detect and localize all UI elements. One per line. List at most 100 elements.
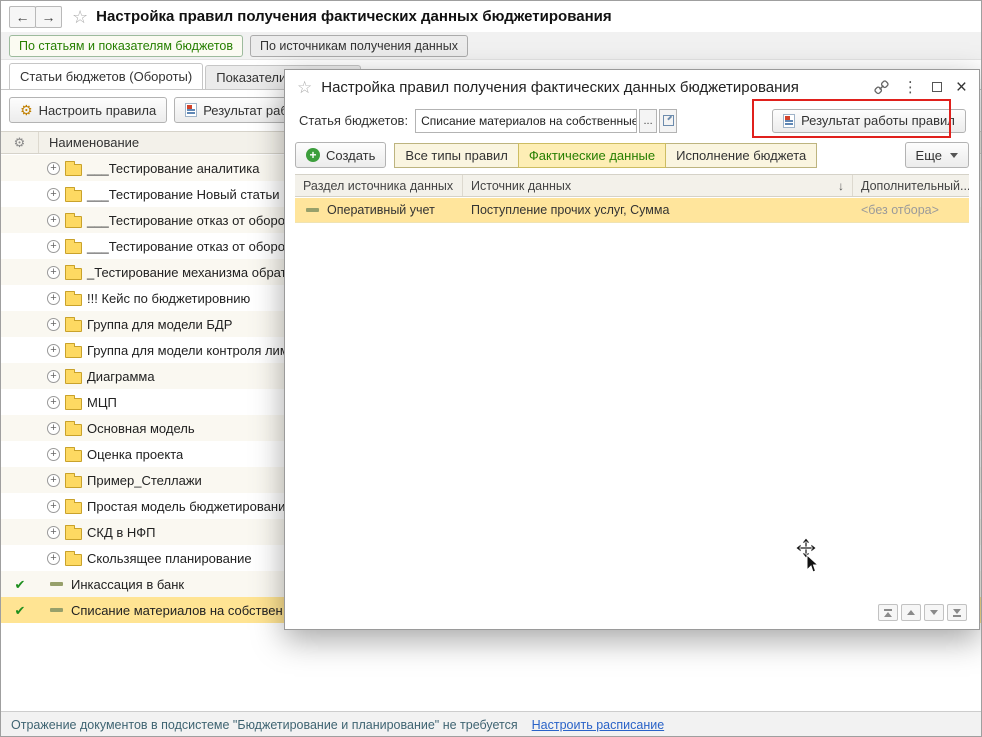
expand-icon[interactable]: + — [47, 551, 60, 565]
dialog-window-controls: ⋮ × — [874, 78, 967, 97]
budget-item-input[interactable]: Списание материалов на собственные нужды — [415, 108, 638, 133]
tree-row-label: Группа для модели контроля лимит — [87, 342, 302, 358]
gear-icon: ⚙ — [20, 102, 33, 118]
tree-row-content: + Пример_Стеллажи — [39, 472, 202, 488]
favorite-star-icon[interactable]: ☆ — [297, 79, 312, 96]
tree-row-label: Списание материалов на собствен — [71, 602, 283, 618]
expand-icon[interactable]: + — [47, 161, 60, 175]
tree-row-content: + Основная модель — [39, 420, 195, 436]
budget-item-value: Списание материалов на собственные нужды — [421, 113, 638, 128]
create-label: Создать — [326, 147, 376, 163]
view-tab-by-items[interactable]: По статьям и показателям бюджетов — [9, 34, 244, 57]
move-up-button[interactable] — [901, 604, 921, 621]
dialog-title: Настройка правил получения фактических д… — [321, 78, 799, 96]
configure-rules-label: Настроить правила — [38, 102, 157, 118]
window-title-bar: ← → ☆ Настройка правил получения фактиче… — [1, 1, 981, 32]
dialog-toolbar: + Создать Все типы правил Фактические да… — [295, 142, 969, 168]
expand-icon[interactable]: + — [47, 239, 60, 253]
maximize-icon[interactable] — [931, 82, 942, 92]
item-icon — [50, 608, 63, 612]
tree-row-content: + Скользящее планирование — [39, 550, 252, 566]
tree-row-content: + СКД в НФП — [39, 524, 156, 540]
open-button[interactable] — [659, 108, 678, 133]
configure-schedule-link[interactable]: Настроить расписание — [532, 718, 665, 732]
expand-icon[interactable]: + — [47, 213, 60, 227]
create-button[interactable]: + Создать — [295, 142, 387, 168]
tree-row-label: Диаграмма — [87, 368, 155, 384]
expand-icon[interactable]: + — [47, 395, 60, 409]
folder-icon — [65, 446, 82, 462]
tree-row-content: + Группа для модели контроля лимит — [39, 342, 302, 358]
more-menu-icon[interactable]: ⋮ — [903, 80, 918, 95]
favorite-star-icon[interactable]: ☆ — [72, 8, 88, 26]
expand-icon[interactable]: + — [47, 265, 60, 279]
tab-budget-items[interactable]: Статьи бюджетов (Обороты) — [9, 63, 204, 89]
folder-icon — [65, 238, 82, 254]
item-icon — [306, 208, 319, 212]
get-link-icon[interactable] — [874, 79, 889, 95]
column-data-source[interactable]: Источник данных ↓ — [463, 175, 853, 196]
up-icon — [907, 610, 915, 615]
folder-icon — [65, 524, 82, 540]
cell-additional: <без отбора> — [861, 203, 939, 217]
tree-row-label: Основная модель — [87, 420, 195, 436]
rule-type-filter: Все типы правил Фактические данные Испол… — [394, 142, 818, 168]
expand-icon[interactable]: + — [47, 343, 60, 357]
status-text: Отражение документов в подсистеме "Бюдже… — [11, 718, 518, 732]
tree-row-label: Простая модель бюджетирования — [87, 498, 293, 514]
tree-row-label: МЦП — [87, 394, 117, 410]
expand-icon[interactable]: + — [47, 421, 60, 435]
check-cell: ✔ — [1, 578, 39, 591]
move-down-button[interactable] — [924, 604, 944, 621]
view-tab-by-sources[interactable]: По источникам получения данных — [250, 34, 468, 57]
tree-row-label: Группа для модели БДР — [87, 316, 233, 332]
expand-icon[interactable]: + — [47, 291, 60, 305]
check-cell: ✔ — [1, 604, 39, 617]
expand-icon[interactable]: + — [47, 499, 60, 513]
forward-button[interactable]: → — [35, 5, 62, 28]
folder-icon — [65, 212, 82, 228]
open-icon — [662, 115, 674, 126]
filter-budget-execution[interactable]: Исполнение бюджета — [665, 142, 818, 168]
tree-row-label: ___Тестирование отказ от оборотны — [87, 238, 308, 254]
expand-icon[interactable]: + — [47, 317, 60, 331]
dialog-title-bar: ☆ Настройка правил получения фактических… — [285, 70, 979, 104]
rules-table-row[interactable]: Оперативный учет Поступление прочих услу… — [295, 198, 969, 223]
gear-icon: ⚙ — [13, 135, 26, 150]
tree-row-label: Инкассация в банк — [71, 576, 185, 592]
go-to-bottom-button[interactable] — [947, 604, 967, 621]
filter-all-rule-types[interactable]: Все типы правил — [394, 142, 519, 168]
report-doc-icon — [783, 113, 796, 128]
column-data-source-section[interactable]: Раздел источника данных — [295, 175, 463, 196]
tree-row-label: Скользящее планирование — [87, 550, 252, 566]
expand-icon[interactable]: + — [47, 473, 60, 487]
tree-row-content: + МЦП — [39, 394, 117, 410]
back-button[interactable]: ← — [9, 5, 36, 28]
tree-row-content: Списание материалов на собствен — [39, 603, 283, 618]
rules-result-button[interactable]: Результат работы правил — [772, 108, 966, 133]
folder-icon — [65, 316, 82, 332]
name-column-header[interactable]: Наименование — [39, 135, 139, 150]
expand-icon[interactable]: + — [47, 369, 60, 383]
folder-icon — [65, 160, 82, 176]
folder-icon — [65, 420, 82, 436]
status-bar: Отражение документов в подсистеме "Бюдже… — [1, 711, 981, 736]
configure-rules-button[interactable]: ⚙ Настроить правила — [9, 97, 168, 123]
cell-source: Поступление прочих услуг, Сумма — [471, 203, 670, 217]
choose-button[interactable]: ... — [639, 108, 658, 133]
tree-row-content: + ___Тестирование аналитика — [39, 160, 260, 176]
history-nav: ← → — [9, 5, 62, 28]
close-icon[interactable]: × — [956, 78, 967, 97]
column-additional[interactable]: Дополнительный... — [853, 175, 969, 196]
expand-icon[interactable]: + — [47, 187, 60, 201]
filter-actual-data[interactable]: Фактические данные — [517, 142, 667, 168]
view-switch-strip: По статьям и показателям бюджетов По ист… — [1, 32, 981, 60]
list-navigation — [878, 604, 967, 621]
expand-icon[interactable]: + — [47, 525, 60, 539]
folder-icon — [65, 472, 82, 488]
more-button[interactable]: Еще — [904, 142, 969, 168]
triangle-up — [884, 611, 892, 617]
settings-column-header[interactable]: ⚙ — [1, 132, 39, 153]
go-to-top-button[interactable] — [878, 604, 898, 621]
expand-icon[interactable]: + — [47, 447, 60, 461]
